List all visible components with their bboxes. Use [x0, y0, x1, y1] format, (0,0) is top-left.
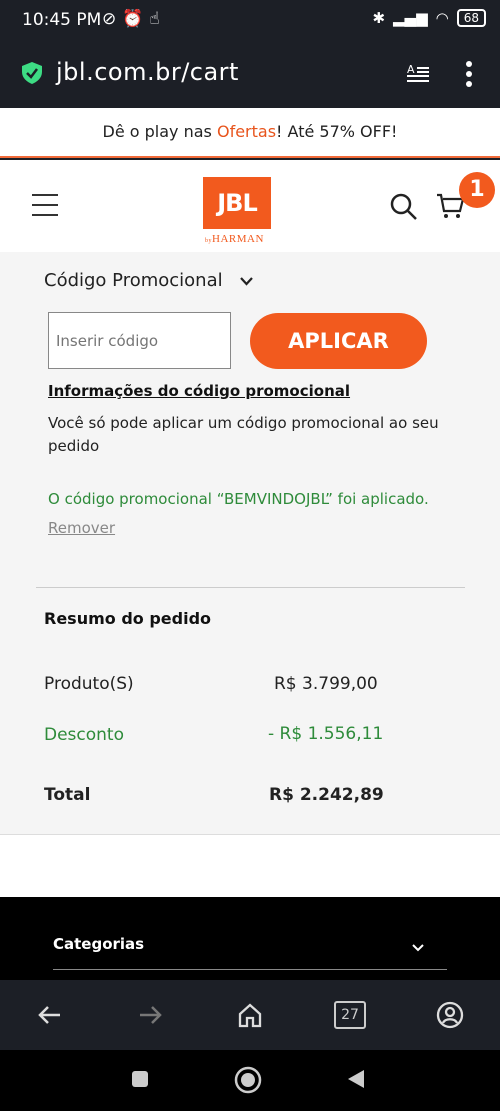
browser-bottom-nav: 27: [0, 980, 500, 1050]
hamburger-menu-icon[interactable]: [32, 194, 58, 216]
promo-info-text: Você só pode aplicar um código promocion…: [48, 414, 439, 455]
forward-arrow-icon[interactable]: [135, 1000, 165, 1030]
section-divider: [36, 587, 465, 588]
back-arrow-icon[interactable]: [35, 1000, 65, 1030]
more-menu-icon[interactable]: [464, 60, 474, 88]
jbl-logo[interactable]: JBL: [203, 177, 271, 229]
spacer: [0, 835, 500, 897]
reader-mode-icon[interactable]: A: [405, 62, 431, 86]
back-triangle-icon[interactable]: [346, 1068, 366, 1090]
status-time: 10:45 PM: [22, 10, 102, 30]
browser-url-bar: jbl.com.br/cart A: [0, 44, 500, 108]
search-icon[interactable]: [390, 193, 418, 221]
discount-value: - R$ 1.556,11: [268, 724, 384, 744]
remove-promo-link[interactable]: Remover: [48, 519, 115, 537]
svg-text:A: A: [407, 63, 415, 76]
battery-icon: 68: [456, 9, 486, 27]
harman-logo: byHARMAN: [205, 233, 264, 245]
promo-code-heading[interactable]: Código Promocional: [44, 270, 223, 291]
url-text[interactable]: jbl.com.br/cart: [56, 58, 239, 86]
product-label: Produto(S): [44, 674, 134, 694]
recents-square-icon[interactable]: [131, 1070, 149, 1088]
status-notification-icons: ⊘⏰☝: [102, 9, 166, 29]
banner-prefix: Dê o play nas: [102, 122, 217, 141]
product-value: R$ 3.799,00: [274, 674, 378, 694]
site-footer: Categorias: [0, 897, 500, 980]
banner-suffix: ! Até 57% OFF!: [276, 122, 398, 141]
total-value: R$ 2.242,89: [269, 785, 384, 805]
apply-button[interactable]: APLICAR: [250, 313, 427, 369]
promo-applied-message: O código promocional “BEMVINDOJBL” foi a…: [48, 490, 429, 508]
status-bar: 10:45 PM ⊘⏰☝ ✱ ▂▄▆ ◠ 68: [0, 0, 500, 44]
banner-offers-link[interactable]: Ofertas: [217, 122, 276, 141]
secure-shield-icon[interactable]: [22, 62, 42, 84]
footer-categories[interactable]: Categorias: [53, 935, 144, 953]
signal-icon: ▂▄▆: [393, 9, 428, 27]
harman-text: HARMAN: [212, 233, 264, 245]
promo-banner[interactable]: Dê o play nas Ofertas! Até 57% OFF!: [0, 108, 500, 158]
total-label: Total: [44, 785, 91, 805]
chevron-down-icon[interactable]: [240, 276, 253, 286]
site-header: JBL byHARMAN 1: [0, 160, 500, 252]
promo-code-input[interactable]: [48, 312, 231, 369]
harman-by: by: [205, 238, 212, 244]
home-circle-icon[interactable]: [234, 1066, 262, 1094]
discount-label: Desconto: [44, 725, 124, 745]
chevron-down-icon[interactable]: [412, 943, 424, 952]
order-summary-title: Resumo do pedido: [44, 609, 212, 628]
footer-divider: [53, 969, 447, 970]
cart-count-badge[interactable]: 1: [459, 172, 495, 208]
wifi-icon: ◠: [435, 9, 449, 27]
status-right-icons: ✱ ▂▄▆ ◠ 68: [372, 9, 486, 27]
home-icon[interactable]: [235, 1000, 265, 1030]
android-nav-bar: [0, 1050, 500, 1111]
account-icon[interactable]: [435, 1000, 465, 1030]
bluetooth-icon: ✱: [372, 9, 386, 27]
promo-info-link[interactable]: Informações do código promocional: [48, 382, 350, 400]
tab-switcher-icon[interactable]: 27: [334, 1001, 366, 1029]
cart-content: Código Promocional APLICAR Informações d…: [0, 252, 500, 897]
